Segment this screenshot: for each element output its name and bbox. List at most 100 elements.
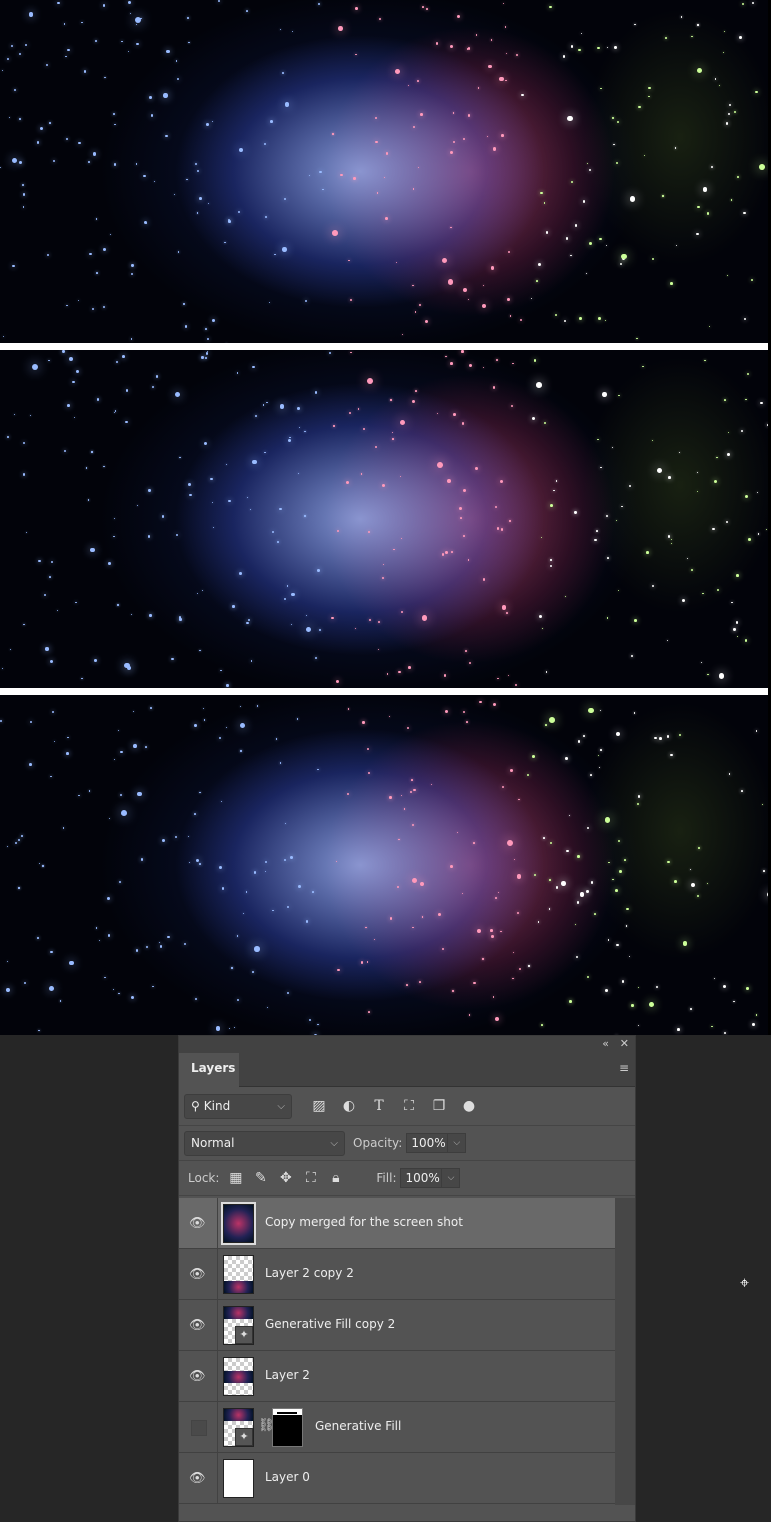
lock-transparent-icon[interactable]: ▦ — [223, 1170, 248, 1186]
layer-row[interactable]: 👁︎ Layer 2 — [179, 1351, 615, 1402]
star-speck — [22, 205, 25, 208]
collapse-icon[interactable]: « — [602, 1037, 609, 1050]
star-speck — [545, 671, 548, 673]
star-speck — [407, 666, 411, 670]
star-speck — [67, 736, 69, 738]
star-speck — [50, 775, 52, 778]
star-speck — [697, 67, 703, 73]
star-speck — [463, 288, 468, 293]
star-speck — [95, 218, 98, 220]
star-speck — [413, 789, 416, 792]
layer-row[interactable]: 👁︎ Layer 0 — [179, 1453, 615, 1504]
star-speck — [31, 364, 38, 371]
star-speck — [314, 657, 317, 659]
star-speck — [600, 709, 602, 711]
star-speck — [64, 449, 67, 452]
layer-row[interactable]: 👁︎ ✦ Generative Fill copy 2 — [179, 1300, 615, 1351]
filter-kind-select[interactable]: ⚲ Kind ⌵ — [184, 1093, 292, 1119]
star-speck — [121, 40, 123, 43]
star-speck — [469, 364, 473, 368]
filter-toggle-icon[interactable]: ● — [454, 1098, 484, 1114]
star-speck — [403, 808, 406, 810]
star-speck — [507, 250, 511, 254]
star-speck — [612, 878, 614, 881]
star-speck — [596, 46, 600, 50]
star-speck — [531, 755, 535, 759]
star-speck — [398, 670, 401, 673]
eye-icon[interactable]: 👁︎ — [189, 1369, 206, 1384]
eye-icon[interactable]: 👁︎ — [189, 1318, 206, 1333]
adjustment-filter-icon[interactable]: ◐ — [334, 1098, 364, 1114]
star-speck — [570, 45, 574, 48]
star-speck — [162, 839, 166, 842]
star-speck — [729, 104, 732, 107]
star-speck — [667, 861, 670, 864]
star-speck — [304, 299, 307, 303]
star-speck — [509, 315, 512, 317]
smart-object-filter-icon[interactable]: ❐ — [424, 1098, 454, 1114]
star-speck — [187, 17, 189, 20]
layer-row[interactable]: ✦ ⛓ Generative Fill — [179, 1402, 615, 1453]
star-speck — [18, 52, 22, 56]
star-speck — [452, 990, 454, 992]
visibility-toggle-off[interactable] — [191, 1420, 207, 1436]
panel-menu-icon[interactable]: ≡ — [619, 1061, 629, 1075]
eye-icon[interactable]: 👁︎ — [189, 1471, 206, 1486]
star-speck — [490, 929, 493, 932]
star-speck — [731, 601, 733, 604]
star-speck — [226, 684, 229, 687]
star-speck — [431, 784, 433, 786]
star-speck — [28, 763, 32, 767]
blend-mode-select[interactable]: Normal ⌵ — [184, 1130, 345, 1156]
star-speck — [726, 453, 730, 456]
layer-row[interactable]: 👁︎ Layer 2 copy 2 — [179, 1249, 615, 1300]
star-speck — [727, 431, 730, 434]
star-speck — [697, 24, 699, 26]
star-speck — [469, 661, 472, 665]
star-speck — [144, 745, 147, 748]
eye-icon[interactable]: 👁︎ — [189, 1267, 206, 1282]
star-speck — [72, 380, 75, 384]
lock-pixels-brush-icon[interactable]: ✎ — [248, 1170, 273, 1186]
generative-sparkle-icon: ✦ — [235, 1428, 253, 1446]
star-speck — [18, 838, 20, 841]
star-speck — [62, 827, 65, 830]
star-speck — [449, 45, 453, 49]
star-speck — [10, 648, 12, 650]
star-speck — [297, 407, 300, 410]
tab-layers[interactable]: Layers — [179, 1053, 239, 1087]
layer-mask-thumbnail[interactable] — [272, 1408, 303, 1447]
star-speck — [22, 193, 25, 196]
close-icon[interactable]: ✕ — [620, 1037, 629, 1050]
star-speck — [220, 669, 222, 672]
lock-all-icon[interactable]: 🔒︎ — [323, 1170, 348, 1186]
lock-position-move-icon[interactable]: ✥ — [273, 1170, 298, 1186]
star-speck — [518, 799, 520, 801]
type-filter-icon[interactable]: T — [364, 1098, 394, 1114]
star-speck — [494, 897, 497, 899]
star-speck — [165, 134, 168, 138]
star-speck — [156, 375, 159, 378]
layers-scrollbar[interactable] — [615, 1198, 635, 1505]
star-speck — [96, 272, 98, 274]
star-speck — [183, 303, 185, 305]
star-speck — [199, 863, 201, 866]
star-speck — [463, 137, 466, 141]
star-speck — [566, 850, 569, 853]
document-canvas[interactable] — [0, 0, 771, 1035]
fill-dropdown[interactable]: ⌵ — [442, 1168, 461, 1188]
fill-input[interactable]: 100% — [400, 1168, 443, 1188]
panel-topbar: « ✕ — [179, 1036, 635, 1053]
lock-artboard-icon[interactable]: ⛶ — [298, 1170, 323, 1186]
pixel-filter-icon[interactable]: ▨ — [304, 1098, 334, 1114]
starfield-image-3 — [0, 695, 768, 1035]
opacity-dropdown[interactable]: ⌵ — [448, 1133, 467, 1153]
layer-row[interactable]: 👁︎ Copy merged for the screen shot — [179, 1198, 615, 1249]
opacity-input[interactable]: 100% — [406, 1133, 449, 1153]
shape-filter-icon[interactable]: ⛶ — [394, 1098, 424, 1114]
star-speck — [336, 968, 340, 972]
star-speck — [468, 1014, 471, 1016]
star-speck — [136, 42, 140, 46]
star-speck — [14, 842, 17, 845]
eye-icon[interactable]: 👁︎ — [189, 1216, 206, 1231]
